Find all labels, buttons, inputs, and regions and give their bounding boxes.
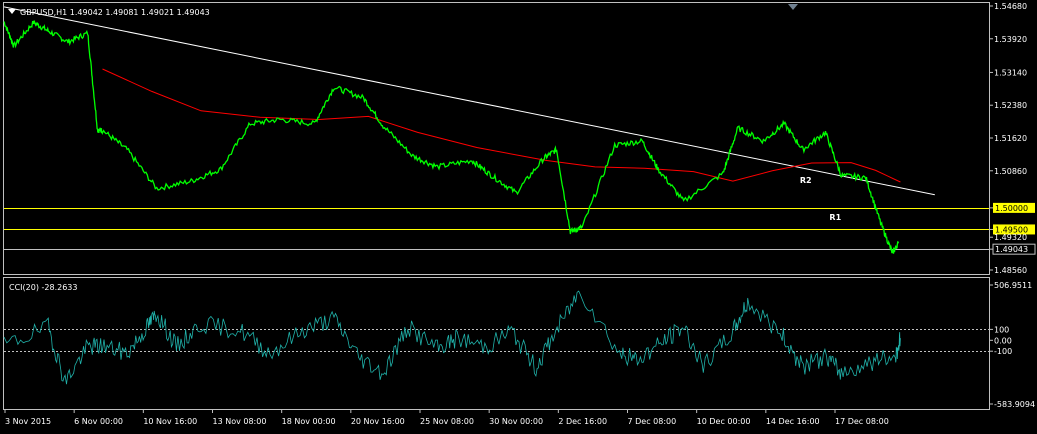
x-tick-label: 6 Nov 00:00	[74, 417, 123, 426]
y-tick-label: 1.50000	[995, 204, 1028, 213]
x-tick-label: 17 Dec 08:00	[835, 417, 889, 426]
y-tick-label: 1.48560	[994, 266, 1027, 275]
x-tick-label: 2 Dec 16:00	[558, 417, 607, 426]
y-tick-label: 1.51620	[994, 134, 1027, 143]
x-tick-label: 25 Nov 08:00	[420, 417, 474, 426]
x-tick-label: 13 Nov 08:00	[213, 417, 267, 426]
cci-tick-label: 506.9511	[994, 281, 1032, 290]
x-tick-label: 18 Nov 00:00	[282, 417, 336, 426]
indicator-header: CCI(20) -28.2633	[9, 283, 77, 292]
chart-root: 1.54680 1.53920 1.53140 1.52380 1.51620 1.508…	[0, 0, 1037, 434]
y-tick-label: 1.49043	[995, 245, 1028, 254]
y-tick-label: 1.54680	[994, 2, 1027, 11]
y-tick-label: 1.53140	[994, 68, 1027, 77]
x-tick-label: 10 Dec 00:00	[697, 417, 751, 426]
x-tick-label: 10 Nov 16:00	[143, 417, 197, 426]
y-tick-label: 1.49320	[994, 233, 1027, 242]
x-tick-label: 30 Nov 00:00	[489, 417, 543, 426]
x-tick-label: 7 Dec 08:00	[628, 417, 677, 426]
chart-background	[0, 0, 1037, 434]
symbol-header: GBPUSD,H1 1.49042 1.49081 1.49021 1.4904…	[20, 8, 210, 17]
level-tag-R1: R1	[829, 213, 841, 222]
cci-tick-label: 0.00	[994, 336, 1012, 345]
x-tick-label: 3 Nov 2015	[5, 417, 51, 426]
x-tick-label: 20 Nov 16:00	[351, 417, 405, 426]
x-tick-label: 14 Dec 16:00	[766, 417, 820, 426]
cci-tick-label: 100	[994, 325, 1009, 334]
y-tick-label: 1.52380	[994, 101, 1027, 110]
level-tag-R2: R2	[800, 176, 812, 185]
cci-tick-label: -100	[994, 347, 1012, 356]
y-tick-label: 1.50860	[994, 167, 1027, 176]
y-tick-label: 1.53920	[994, 35, 1027, 44]
cci-tick-label: -583.9094	[994, 400, 1035, 409]
